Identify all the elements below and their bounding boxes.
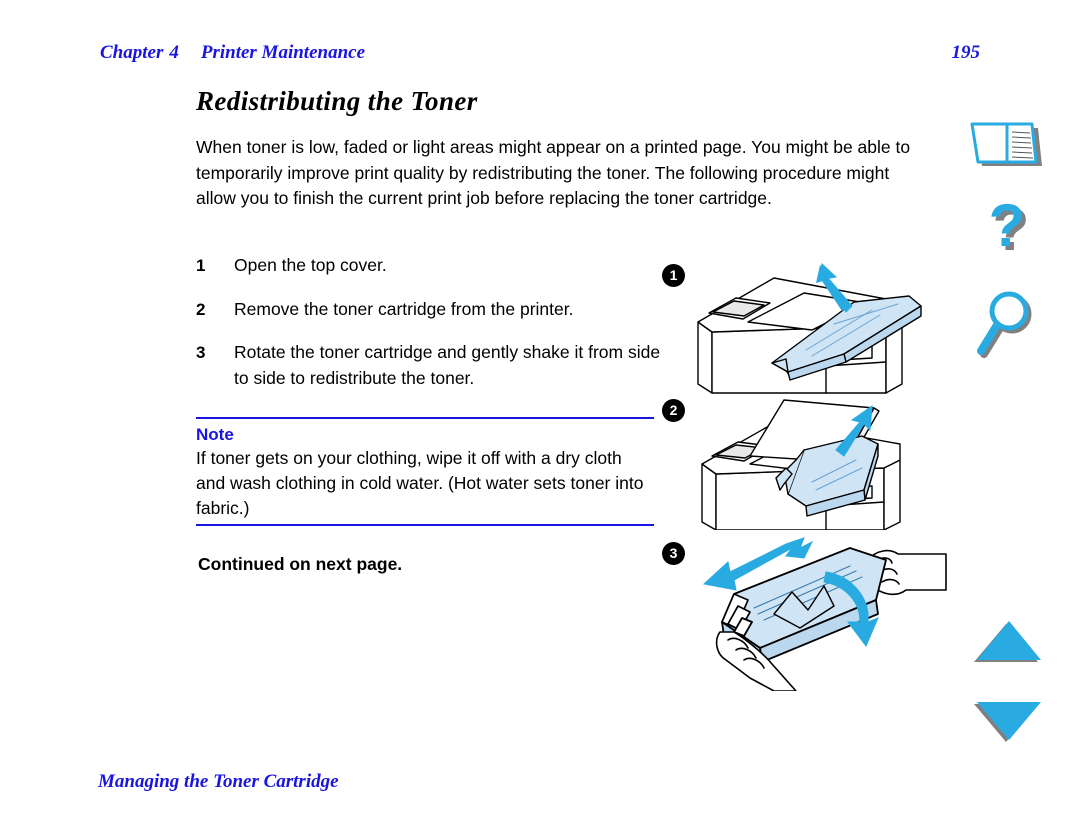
running-header: Chapter 4 Printer Maintenance 195 [100, 42, 980, 70]
step-text: Remove the toner cartridge from the prin… [234, 298, 574, 319]
continued-on-next-page: Continued on next page. [198, 554, 403, 574]
header-chapter-line: Chapter 4 Printer Maintenance [100, 42, 365, 64]
step-item: 2 Remove the toner cartridge from the pr… [196, 297, 666, 323]
manual-page: Chapter 4 Printer Maintenance 195 Redistri… [0, 0, 1080, 834]
steps-list: 1 Open the top cover. 2 Remove the toner… [196, 253, 666, 409]
step-item: 1 Open the top cover. [196, 253, 666, 279]
intro-paragraph: When toner is low, faded or light areas … [196, 137, 911, 208]
book-icon[interactable] [968, 118, 1046, 170]
note-block: Note If toner gets on your clothing, wip… [196, 417, 654, 526]
step-text: Rotate the toner cartridge and gently sh… [234, 342, 661, 388]
illustration-open-top-cover [697, 263, 922, 394]
header-chapter-word: Chapter [100, 42, 164, 63]
footer-section-link[interactable]: Managing the Toner Cartridge [98, 771, 339, 793]
step-number: 2 [196, 299, 206, 319]
note-text: If toner gets on your clothing, wipe it … [196, 448, 644, 518]
step-text: Open the top cover. [234, 255, 387, 275]
triangle-down-icon[interactable] [972, 700, 1044, 748]
note-label: Note [196, 425, 234, 444]
illustration-remove-cartridge [701, 399, 901, 530]
step-number: 3 [196, 343, 206, 362]
note-bottom-rule [196, 524, 654, 526]
magnifier-icon[interactable] [976, 288, 1040, 360]
illustration-shake-cartridge [702, 537, 947, 691]
header-chapter-number: 4 [169, 42, 179, 63]
svg-text:?: ? [989, 196, 1026, 259]
header-section-title: Printer Maintenance [200, 42, 366, 63]
nav-rail: ? ? [962, 0, 1062, 834]
step-badge-3: 3 [662, 542, 685, 565]
question-mark-icon[interactable]: ? ? [978, 196, 1040, 270]
step-number: 1 [196, 256, 206, 275]
triangle-up-icon[interactable] [972, 618, 1044, 666]
note-body: Note If toner gets on your clothing, wip… [196, 419, 654, 524]
page-title: Redistributing the Toner [196, 86, 478, 116]
step-item: 3 Rotate the toner cartridge and gently … [196, 340, 666, 391]
